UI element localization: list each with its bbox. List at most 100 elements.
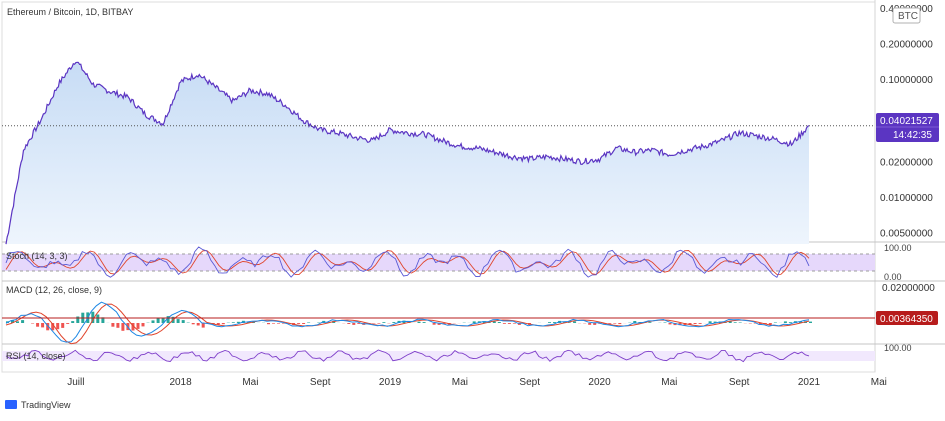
macd-histogram-bar [503,323,506,324]
macd-histogram-bar [669,323,672,324]
macd-histogram-bar [709,321,712,323]
macd-histogram-bar [297,323,300,324]
price-axis-label: 0.10000000 [880,75,933,86]
macd-histogram-bar [568,323,571,324]
time-axis-label: Juill [67,377,84,388]
stoch-label[interactable]: Stoch (14, 3, 3) [6,251,68,261]
macd-histogram-bar [302,323,305,324]
time-axis-label: 2019 [379,377,402,388]
stoch-pane[interactable]: Stoch (14, 3, 3) 100.00 0.00 [2,243,912,282]
macd-histogram-bar [352,323,355,325]
macd-histogram-bar [111,323,114,327]
macd-histogram-bar [513,323,516,324]
macd-histogram-bar [157,319,160,324]
macd-histogram-bar [277,323,280,324]
macd-histogram-bar [498,322,501,323]
time-axis-label: Sept [729,377,750,388]
macd-histogram-bar [71,321,74,323]
macd-histogram-bar [508,323,511,324]
macd-histogram-bar [267,323,270,324]
macd-histogram-bar [232,322,235,323]
macd-axis-top: 0.02000000 [882,283,935,294]
macd-histogram-bar [152,320,155,323]
macd-histogram-bar [608,323,611,324]
time-axis-label: Sept [519,377,540,388]
macd-pane[interactable]: MACD (12, 26, close, 9) 0.02000000 0.003… [2,283,938,344]
macd-histogram-bar [548,322,551,323]
trading-chart[interactable]: 0.400000000.200000000.100000000.02000000… [0,0,945,416]
macd-histogram-bar [377,323,380,324]
macd-histogram-bar [734,322,737,323]
stoch-level-100: 100.00 [884,243,912,253]
price-axis-label: 0.20000000 [880,40,933,51]
macd-histogram-bar [182,320,185,323]
macd-tag-value: 0.00364350 [880,314,933,325]
macd-histogram-bar [272,323,275,324]
price-pane[interactable]: 0.400000000.200000000.100000000.02000000… [2,4,933,244]
macd-histogram-bar [192,323,195,324]
macd-histogram-bar [433,323,436,325]
price-tag-value: 0.04021527 [880,116,933,127]
macd-histogram-bar [593,323,596,325]
macd-histogram-bar [699,323,702,324]
macd-histogram-bar [809,322,812,323]
time-axis[interactable]: Juill2018MaiSept2019MaiSept2020MaiSept20… [67,377,887,388]
macd-histogram-bar [307,323,310,324]
macd-histogram-bar [664,323,667,324]
time-axis-label: 2020 [588,377,611,388]
macd-histogram-bar [137,323,140,329]
tradingview-logo-icon [5,400,17,409]
price-axis-label: 0.00500000 [880,229,933,240]
macd-histogram-bar [197,323,200,326]
macd-histogram-bar [473,321,476,323]
macd-histogram-bar [423,322,426,323]
macd-histogram-bar [222,323,225,324]
macd-histogram-bar [347,323,350,324]
price-tag-countdown: 14:42:35 [893,130,932,141]
macd-histogram-bar [789,322,792,323]
macd-histogram-bar [613,323,616,324]
macd-histogram-bar [21,320,24,323]
time-axis-label: Mai [242,377,258,388]
macd-histogram-bar [16,321,19,323]
macd-histogram-bar [31,323,34,324]
rsi-label[interactable]: RSI (14, close) [6,351,66,361]
macd-histogram-bar [648,322,651,323]
macd-histogram-bar [573,321,576,323]
time-axis-label: Sept [310,377,331,388]
macd-histogram-bar [618,323,621,324]
price-axis-label: 0.02000000 [880,158,933,169]
rsi-level-100: 100.00 [884,343,912,353]
time-axis-label: Mai [871,377,887,388]
macd-histogram-bar [177,319,180,323]
macd-histogram-bar [694,323,697,324]
tradingview-logo[interactable]: TradingView [5,400,71,410]
macd-histogram-bar [142,323,145,326]
currency-badge-label: BTC [898,11,918,22]
stoch-level-0: 0.00 [884,272,902,282]
tradingview-logo-text: TradingView [21,400,71,410]
macd-histogram-bar [56,323,59,329]
macd-histogram-bar [36,323,39,327]
macd-histogram-bar [739,323,742,324]
macd-histogram-bar [76,317,79,324]
macd-histogram-bar [418,322,421,323]
macd-histogram-bar [372,323,375,324]
time-axis-label: 2021 [798,377,821,388]
price-axis-label: 0.01000000 [880,193,933,204]
macd-histogram-bar [202,323,205,328]
macd-histogram-bar [116,323,119,328]
macd-label[interactable]: MACD (12, 26, close, 9) [6,285,102,295]
price-area-fill [6,62,809,244]
rsi-pane[interactable]: RSI (14, close) 100.00 [2,343,912,362]
macd-histogram-bar [66,323,69,324]
time-axis-label: 2018 [169,377,192,388]
macd-histogram-bar [774,323,777,324]
macd-histogram-bar [61,323,64,328]
symbol-title[interactable]: Ethereum / Bitcoin, 1D, BITBAY [7,7,133,17]
macd-histogram-bar [382,322,385,323]
macd-histogram-bar [96,315,99,324]
macd-histogram-bar [784,321,787,323]
macd-histogram-bar [41,323,44,327]
macd-histogram-bar [121,323,124,331]
